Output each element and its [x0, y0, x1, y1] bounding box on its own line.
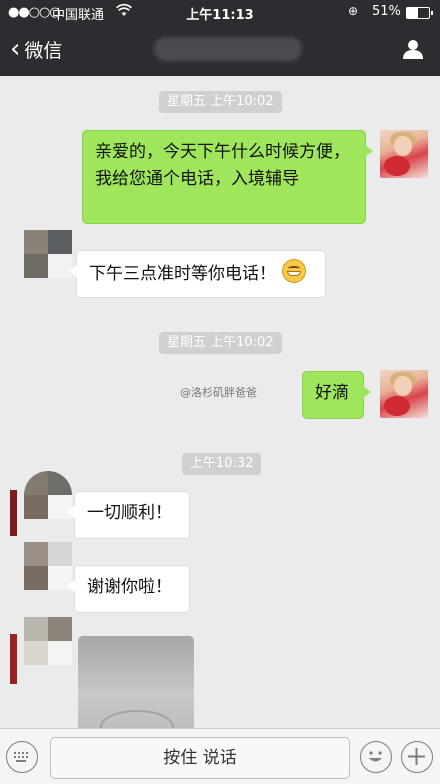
- rotation-lock-icon: ⊕: [348, 4, 359, 18]
- message-bubble-sent[interactable]: 好滴: [302, 371, 371, 419]
- chevron-left-icon: ‹: [10, 33, 21, 64]
- more-options-button[interactable]: [401, 741, 433, 773]
- smiley-icon: [369, 751, 382, 762]
- contact-avatar[interactable]: [24, 617, 72, 665]
- emoji-button[interactable]: [360, 741, 392, 773]
- input-bar: 按住 说话: [0, 728, 440, 784]
- contact-avatar[interactable]: [24, 230, 72, 278]
- grin-emoji-icon: [282, 259, 306, 283]
- keyboard-icon: [14, 752, 28, 762]
- timestamp: 星期五 上午10:02: [159, 91, 282, 113]
- contact-avatar[interactable]: [24, 542, 72, 590]
- image-fragment: [10, 490, 17, 536]
- nav-bar: ‹ 微信: [0, 24, 440, 76]
- my-avatar[interactable]: [380, 370, 428, 418]
- message-bubble-received[interactable]: 下午三点准时等你电话！: [69, 250, 326, 298]
- contact-avatar[interactable]: [24, 471, 72, 519]
- person-icon[interactable]: [402, 38, 424, 60]
- plus-icon: [408, 748, 425, 765]
- battery-icon: [406, 7, 433, 19]
- back-button[interactable]: ‹ 微信: [10, 36, 62, 63]
- message-text: 下午三点准时等你电话！: [89, 264, 276, 284]
- top-bar: ●●○○○ 中国联通 上午11:13 ⊕ 51% ‹ 微信: [0, 0, 440, 76]
- keyboard-toggle-button[interactable]: [6, 741, 38, 773]
- message-bubble-received[interactable]: 一切顺利！: [67, 491, 190, 539]
- timestamp: 星期五 上午10:02: [159, 332, 282, 354]
- battery-percent: 51%: [372, 4, 401, 19]
- image-fragment: [10, 634, 17, 684]
- message-bubble-sent[interactable]: 亲爱的，今天下午什么时候方便，我给您通个电话，入境辅导: [82, 130, 373, 224]
- message-bubble-received[interactable]: 谢谢你啦！: [67, 565, 190, 613]
- my-avatar[interactable]: [380, 130, 428, 178]
- back-label: 微信: [24, 40, 63, 62]
- image-message[interactable]: [78, 636, 194, 744]
- timestamp: 上午10:32: [182, 453, 262, 475]
- chat-title-blurred: [154, 37, 302, 61]
- status-bar: ●●○○○ 中国联通 上午11:13 ⊕ 51%: [0, 0, 440, 24]
- hold-to-talk-button[interactable]: 按住 说话: [50, 737, 350, 779]
- watermark: @洛杉矶胖爸爸: [180, 386, 257, 399]
